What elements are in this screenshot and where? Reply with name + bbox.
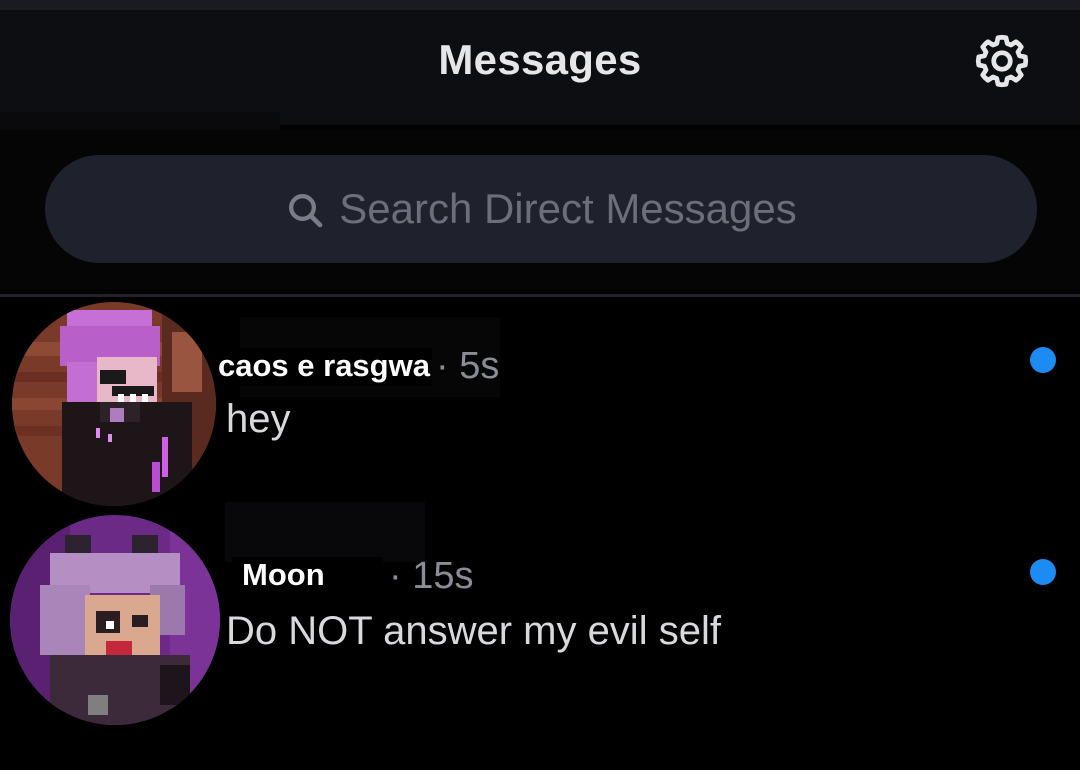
conversation-row[interactable]: caos e rasgwa · 5s hey [0,297,1080,507]
conversation-list: caos e rasgwa · 5s hey Moon · 15s Do NOT… [0,297,1080,770]
search-content: Search Direct Messages [285,185,797,233]
top-bar: Messages [0,0,1080,125]
conversation-time: · 15s [389,555,474,597]
avatar[interactable] [10,515,220,725]
settings-button[interactable] [972,31,1032,91]
avatar-image [10,515,220,725]
search-placeholder: Search Direct Messages [339,185,797,232]
unread-dot [1030,347,1056,373]
conversation-preview: hey [226,397,291,441]
conversation-preview: Do NOT answer my evil self [226,609,721,653]
gear-icon [975,34,1029,88]
conversation-name: Moon [232,557,383,597]
search-icon [289,193,323,228]
unread-dot [1030,559,1056,585]
messages-screen: Messages Search Direct Messages caos e r… [0,0,1080,770]
avatar[interactable] [12,302,216,506]
redaction [225,502,425,562]
conversation-time: · 5s [436,345,500,387]
search-input[interactable]: Search Direct Messages [45,155,1037,263]
page-title: Messages [438,36,642,83]
avatar-image [12,302,216,506]
status-strip [0,0,1080,10]
conversation-name: caos e rasgwa [216,348,432,386]
